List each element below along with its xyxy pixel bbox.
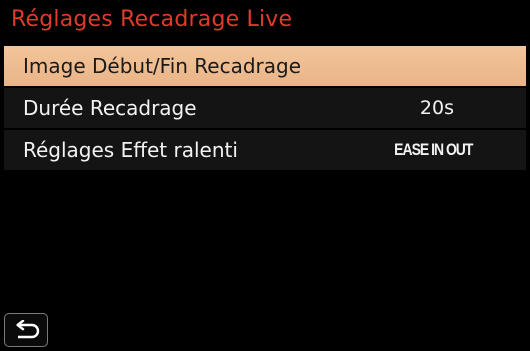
page-title: Réglages Recadrage Live: [11, 7, 293, 32]
menu-item-crop-duration[interactable]: Durée Recadrage 20s: [4, 88, 526, 128]
menu-item-label: Réglages Effet ralenti: [23, 138, 238, 162]
back-button[interactable]: [4, 313, 48, 347]
menu-item-value: EASE IN OUT: [393, 140, 473, 159]
menu-item-value: 20s: [419, 97, 454, 119]
menu-item-slow-effect-settings[interactable]: Réglages Effet ralenti EASE IN OUT: [4, 130, 526, 170]
menu-list: Image Début/Fin Recadrage Durée Recadrag…: [4, 46, 526, 172]
menu-item-start-end-image[interactable]: Image Début/Fin Recadrage: [4, 46, 526, 86]
camera-menu-screen: Réglages Recadrage Live Image Début/Fin …: [0, 0, 530, 351]
menu-item-label: Durée Recadrage: [23, 96, 197, 120]
menu-item-label: Image Début/Fin Recadrage: [23, 54, 302, 78]
